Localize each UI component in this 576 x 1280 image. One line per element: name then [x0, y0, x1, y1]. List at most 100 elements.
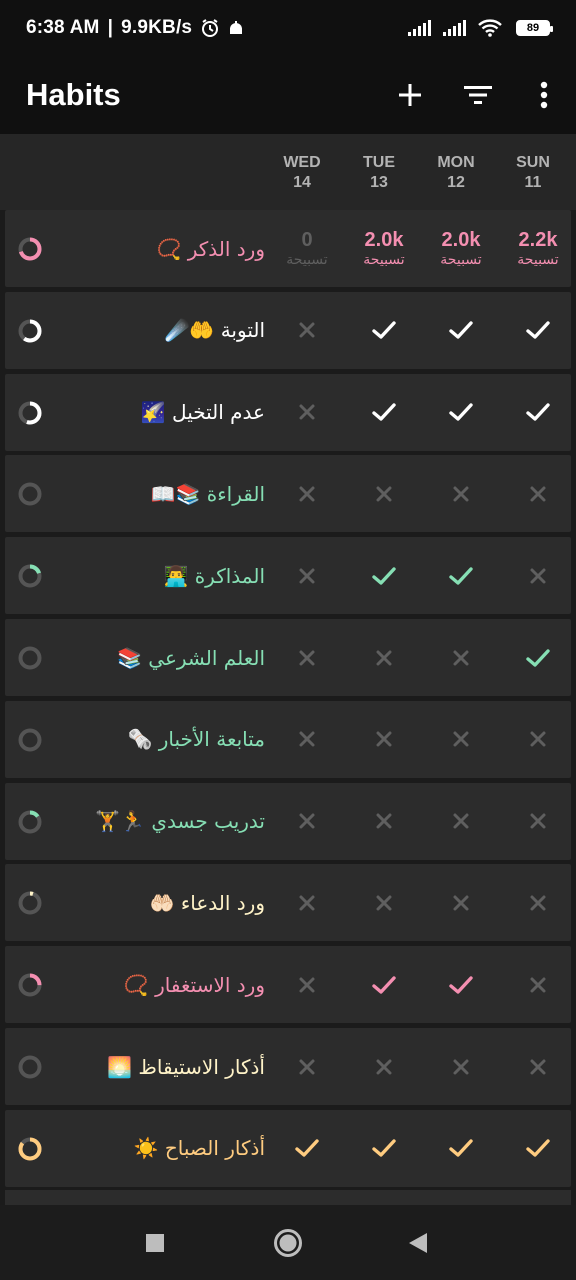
- habit-check-cell-missed[interactable]: [346, 1028, 422, 1105]
- habit-row[interactable]: المذاكرة 👨‍💻: [5, 537, 571, 615]
- day-column-header[interactable]: WED 14: [272, 154, 332, 194]
- habit-check-cell-missed[interactable]: [269, 619, 345, 696]
- recents-square-icon: [146, 1234, 164, 1252]
- habit-check-cell-missed[interactable]: [346, 864, 422, 941]
- check-icon: [372, 403, 396, 421]
- habit-check-cell-missed[interactable]: [500, 946, 576, 1023]
- habit-row[interactable]: ورد الذكر 📿 0 تسبيحة 2.0k تسبيحة 2.0k تسبيحة 2.…: [5, 210, 571, 287]
- habit-row[interactable]: متابعة الأخبار 🗞️: [5, 700, 571, 778]
- habit-check-cell-done[interactable]: [423, 292, 499, 369]
- habit-check-cell-missed[interactable]: [500, 1028, 576, 1105]
- cross-icon: [376, 895, 392, 911]
- habit-check-cell-missed[interactable]: [269, 374, 345, 451]
- recents-button[interactable]: [135, 1223, 175, 1263]
- habit-count-cell[interactable]: 2.0k تسبيحة: [423, 210, 499, 287]
- cross-icon: [299, 977, 315, 993]
- habit-check-cell-missed[interactable]: [346, 783, 422, 860]
- habit-check-cell-missed[interactable]: [269, 292, 345, 369]
- habit-score-ring: [18, 237, 42, 261]
- habit-check-cell-done[interactable]: [423, 1110, 499, 1187]
- day-header: WED 14 TUE 13 MON 12 SUN 11: [0, 134, 576, 210]
- habit-check-cell-missed[interactable]: [269, 783, 345, 860]
- habit-check-cell-missed[interactable]: [269, 864, 345, 941]
- cross-icon: [299, 813, 315, 829]
- habit-check-cell-missed[interactable]: [500, 864, 576, 941]
- habit-check-cell-missed[interactable]: [500, 537, 576, 614]
- habit-check-cell-done[interactable]: [346, 537, 422, 614]
- habit-name: متابعة الأخبار 🗞️: [127, 727, 265, 752]
- habit-check-cell-missed[interactable]: [269, 537, 345, 614]
- habit-row[interactable]: القراءة 📚📖: [5, 455, 571, 533]
- check-icon: [295, 1139, 319, 1157]
- habit-name: المذاكرة 👨‍💻: [163, 563, 265, 588]
- more-vert-icon: [540, 81, 548, 109]
- habit-row[interactable]: العلم الشرعي 📚: [5, 619, 571, 696]
- cross-icon: [453, 486, 469, 502]
- habit-score-ring: [18, 482, 42, 506]
- habit-name: التوبة 🤲☄️: [164, 318, 265, 343]
- add-habit-button[interactable]: [376, 65, 444, 125]
- habit-check-cell-missed[interactable]: [346, 701, 422, 778]
- habit-check-cell-missed[interactable]: [423, 455, 499, 532]
- filter-icon: [464, 86, 492, 104]
- habit-check-cell-done[interactable]: [423, 946, 499, 1023]
- habit-check-cell-missed[interactable]: [269, 701, 345, 778]
- habit-count-cell[interactable]: 2.0k تسبيحة: [346, 210, 422, 287]
- habit-check-cell-missed[interactable]: [423, 619, 499, 696]
- habit-check-cell-missed[interactable]: [346, 455, 422, 532]
- habit-name: ورد الدعاء 🤲🏻: [149, 890, 265, 915]
- habit-count-value: 2.0k: [364, 228, 404, 251]
- habit-check-cell-missed[interactable]: [423, 1028, 499, 1105]
- cross-icon: [299, 1059, 315, 1074]
- habit-check-cell-missed[interactable]: [500, 783, 576, 860]
- habit-row[interactable]: ورد الاستغفار 📿: [5, 946, 571, 1024]
- habit-check-cell-missed[interactable]: [269, 1028, 345, 1105]
- more-options-button[interactable]: [512, 65, 576, 125]
- habit-count-cell[interactable]: 2.2k تسبيحة: [500, 210, 576, 287]
- habit-check-cell-done[interactable]: [500, 1110, 576, 1187]
- status-bar: 6:38 AM | 9.9KB/s 89: [0, 0, 576, 56]
- habit-check-cell-done[interactable]: [500, 619, 576, 696]
- habit-count-cell[interactable]: 0 تسبيحة: [269, 210, 345, 287]
- day-column-header[interactable]: SUN 11: [503, 154, 563, 194]
- habit-check-cell-done[interactable]: [346, 1110, 422, 1187]
- habit-count-unit: تسبيحة: [440, 251, 482, 268]
- cross-icon: [376, 650, 392, 665]
- day-column-header[interactable]: TUE 13: [349, 154, 409, 194]
- habit-check-cell-missed[interactable]: [423, 783, 499, 860]
- habit-check-cell-missed[interactable]: [500, 455, 576, 532]
- habit-check-cell-done[interactable]: [346, 946, 422, 1023]
- day-column-header[interactable]: MON 12: [426, 154, 486, 194]
- habit-row[interactable]: أذكار الصباح ☀️: [5, 1109, 571, 1187]
- cross-icon: [530, 895, 546, 911]
- habit-check-cell-done[interactable]: [423, 374, 499, 451]
- habit-name: ورد الذكر 📿: [156, 236, 265, 261]
- habit-check-cell-missed[interactable]: [500, 701, 576, 778]
- habit-check-cell-done[interactable]: [346, 374, 422, 451]
- habit-check-cell-missed[interactable]: [269, 455, 345, 532]
- cross-icon: [453, 1059, 469, 1074]
- home-button[interactable]: [268, 1223, 308, 1263]
- habit-check-cell-missed[interactable]: [423, 864, 499, 941]
- habit-check-cell-missed[interactable]: [346, 619, 422, 696]
- cross-icon: [299, 650, 315, 665]
- habit-row[interactable]: عدم التخيل 🌠: [5, 373, 571, 451]
- habit-row[interactable]: ورد الدعاء 🤲🏻: [5, 864, 571, 942]
- navigation-bar: [0, 1205, 576, 1280]
- habit-check-cell-done[interactable]: [423, 537, 499, 614]
- mosque-icon: [230, 21, 243, 34]
- cross-icon: [453, 895, 469, 911]
- habit-row[interactable]: تدريب جسدي 🏃🏋️: [5, 782, 571, 860]
- habit-count-value: 2.2k: [518, 228, 558, 251]
- habit-check-cell-done[interactable]: [346, 292, 422, 369]
- habit-row[interactable]: التوبة 🤲☄️: [5, 291, 571, 369]
- back-button[interactable]: [398, 1223, 438, 1263]
- habit-row[interactable]: أذكار الاستيقاظ 🌅: [5, 1028, 571, 1105]
- filter-button[interactable]: [444, 65, 512, 125]
- habit-check-cell-missed[interactable]: [269, 946, 345, 1023]
- habit-check-cell-done[interactable]: [269, 1110, 345, 1187]
- habit-check-cell-done[interactable]: [500, 292, 576, 369]
- habit-check-cell-done[interactable]: [500, 374, 576, 451]
- habit-check-cell-missed[interactable]: [423, 701, 499, 778]
- status-net-speed: 9.9KB/s: [121, 17, 193, 38]
